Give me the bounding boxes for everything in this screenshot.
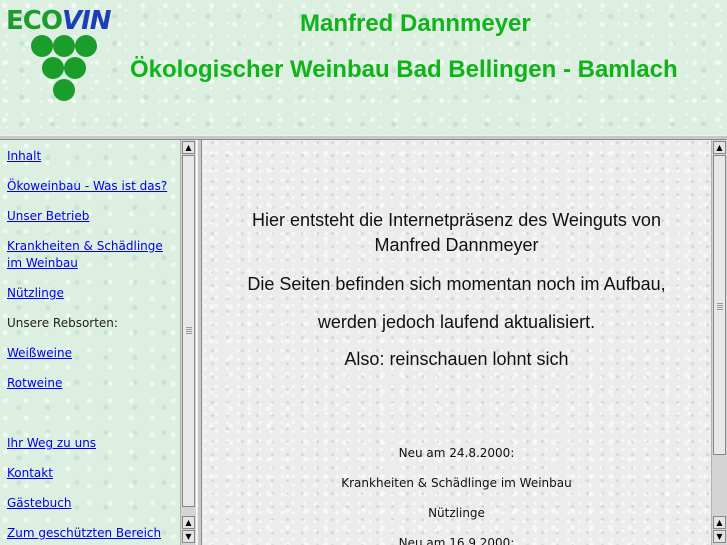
navigation-frame: Inhalt Ökoweinbau - Was ist das? Unser B… (0, 140, 180, 545)
content-scrollbar[interactable]: ▲ ▲ ▼ (711, 140, 727, 545)
nav-heading-rebsorten: Unsere Rebsorten: (7, 316, 118, 330)
nav-item-geschuetzter-bereich[interactable]: Zum geschützten Bereich (7, 525, 179, 542)
nav-item-rotweine[interactable]: Rotweine (7, 375, 179, 392)
intro-line-1: Hier entsteht die Internetpräsenz des We… (252, 210, 661, 230)
grape (53, 35, 75, 57)
nav-scrollbar[interactable]: ▲ ▲ ▼ (180, 140, 196, 545)
grip-icon (717, 302, 723, 310)
grape (31, 35, 53, 57)
nav-item-weissweine[interactable]: Weißweine (7, 345, 179, 362)
news-heading: Neu am 16.9.2000: (398, 536, 515, 545)
grape (75, 35, 97, 57)
nav-item-oekoweinbau[interactable]: Ökoweinbau - Was ist das? (7, 178, 179, 195)
nav-item-unser-betrieb[interactable]: Unser Betrieb (7, 208, 179, 225)
nav-item-gaestebuch[interactable]: Gästebuch (7, 495, 179, 512)
grape (42, 57, 64, 79)
grip-icon (186, 326, 192, 334)
nav-item-inhalt[interactable]: Inhalt (7, 148, 179, 165)
content-scroll-up-arrow-icon[interactable]: ▲ (713, 141, 726, 154)
nav-item-nuetzlinge[interactable]: Nützlinge (7, 285, 179, 302)
nav-scroll-down-arrow-icon[interactable]: ▼ (182, 530, 195, 543)
grape (53, 79, 75, 101)
status-line-2: werden jedoch laufend aktualisiert. (317, 312, 596, 332)
news-item: Krankheiten & Schädlinge im Weinbau (341, 476, 572, 490)
content-scroll-up-arrow-icon[interactable]: ▲ (713, 516, 726, 529)
ecovin-logo: ECOVIN (6, 6, 124, 101)
grape-cluster-icon (31, 35, 97, 101)
invite-text: Also: reinschauen lohnt sich (344, 349, 569, 369)
nav-scroll-thumb[interactable] (182, 155, 195, 507)
header-frame: ECOVIN Manfred Dannmeyer Ökologischer We… (0, 0, 727, 135)
nav-scroll-up-arrow-icon[interactable]: ▲ (182, 141, 195, 154)
status-line-1: Die Seiten befinden sich momentan noch i… (247, 274, 666, 294)
content-scroll-thumb[interactable] (713, 155, 726, 455)
logo-wordmark: ECOVIN (6, 6, 112, 36)
news-item: Nützlinge (428, 506, 485, 520)
news-heading: Neu am 24.8.2000: (398, 446, 515, 460)
nav-item-kontakt[interactable]: Kontakt (7, 465, 179, 482)
owner-name-title: Manfred Dannmeyer (300, 10, 531, 37)
grape (64, 57, 86, 79)
nav-scroll-up-arrow-icon[interactable]: ▲ (182, 516, 195, 529)
winery-tagline: Ökologischer Weinbau Bad Bellingen - Bam… (130, 56, 678, 83)
nav-item-krankheiten[interactable]: Krankheiten & Schädlinge im Weinbau (7, 238, 179, 272)
nav-item-ihr-weg[interactable]: Ihr Weg zu uns (7, 435, 179, 452)
content-frame: Hier entsteht die Internetpräsenz des We… (202, 140, 711, 545)
intro-line-2: Manfred Dannmeyer (374, 235, 539, 255)
content-scroll-down-arrow-icon[interactable]: ▼ (713, 530, 726, 543)
